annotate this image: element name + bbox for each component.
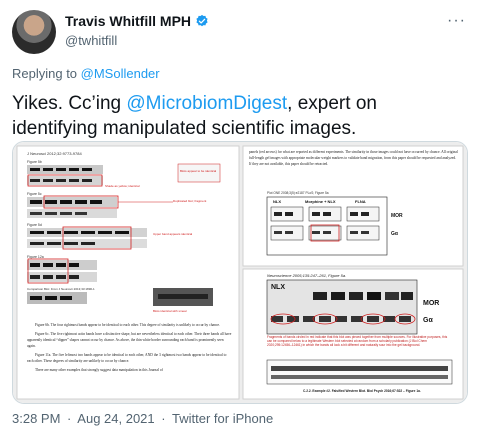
neuroscience-title: Neuroscience 2005;135:247–261, Figure 5a… [267, 273, 346, 278]
tweet-media[interactable]: J Neurosci 2012;32:9773-9784 Figure 5b S… [12, 141, 468, 404]
blot-caption-text: Fragments of bands circled in red indica… [267, 335, 448, 348]
left-header-text: J Neurosci 2012;32:9773-9784 [27, 151, 82, 156]
author-handle[interactable]: @twhitfill [65, 33, 117, 48]
mention-link[interactable]: @MicrobiomDigest [126, 93, 287, 114]
right-top-paragraph: panels (red arrows) for what are reporte… [249, 150, 458, 166]
annotation-5: Blots identical with smear [153, 309, 187, 313]
fig-label-5d: Figure 5d [27, 223, 42, 227]
annotation-2: Blots appear to be identical [180, 169, 217, 173]
replying-target-link[interactable]: @MSollender [81, 66, 160, 81]
tweet-header: Travis Whitfill MPH @twhitfill ··· [12, 10, 466, 54]
tweet-time[interactable]: 3:28 PM [12, 411, 60, 426]
right-bottom-footer: C.2.2. Example #2. Falsified Western Blo… [303, 389, 421, 393]
fig-label-5c: Figure 5c [27, 192, 42, 196]
label-nlx: NLX [271, 284, 285, 291]
annotation-4: Upper band appears identical [153, 232, 193, 236]
media-collage: J Neurosci 2012;32:9773-9784 Figure 5b S… [13, 142, 467, 403]
fig-label-5b: Figure 5b [27, 160, 42, 164]
col-flna: FLNA [355, 199, 366, 204]
right-top-text: panels (red arrows) for what are reporte… [249, 150, 458, 166]
tweet-source[interactable]: Twitter for iPhone [172, 411, 273, 426]
tweet-date[interactable]: Aug 24, 2021 [77, 411, 154, 426]
tweet-text-before: Yikes. Cc’ing [12, 93, 127, 114]
left-para-1: Figure 6b. The four rightmost bands appe… [35, 323, 220, 327]
legitimate-blot [266, 359, 453, 385]
replying-to: Replying to @MSollender [12, 66, 160, 81]
blot-caption: Fragments of bands circled in red indica… [267, 335, 448, 348]
left-para-3: Figure 11a. The five leftmost two bands … [27, 353, 227, 363]
media-right-top-page[interactable]: panels (red arrows) for what are reporte… [242, 145, 464, 267]
plot-title: Plot ONE 2008;3(5):e2187 PLoS; Figure 5a [267, 191, 329, 195]
left-para-4: There are many other examples that stron… [35, 368, 163, 372]
author-display-name[interactable]: Travis Whitfill MPH [65, 13, 191, 29]
meta-separator-1: · [67, 411, 72, 426]
label-mor-bottom: MOR [423, 300, 439, 307]
media-left-page[interactable]: J Neurosci 2012;32:9773-9784 Figure 5b S… [16, 145, 240, 400]
col-morphine-nlx: Morphine + NLX [305, 199, 336, 204]
col-nlx: NLX [273, 199, 281, 204]
tweet-timestamp: 3:28 PM · Aug 24, 2021 · Twitter for iPh… [12, 411, 276, 426]
label-ga-top: Gα [391, 231, 399, 237]
label-ga-bottom: Gα [423, 317, 433, 324]
more-options-icon[interactable]: ··· [447, 12, 466, 30]
media-right-bottom-page[interactable]: Neuroscience 2005;135:247–261, Figure 5a… [242, 268, 464, 400]
label-mor-top: MOR [391, 213, 403, 219]
fig-label-12a: Figure 12a [27, 255, 44, 259]
meta-separator-2: · [161, 411, 166, 426]
annotation-1: Shade as yellow; identical [105, 184, 140, 188]
figure-5a-panel: NLX Morphine + NLX FLNA [266, 196, 388, 256]
left-body-text: Figure 6b. The four rightmost bands appe… [27, 323, 232, 372]
author-name-row: Travis Whitfill MPH [65, 13, 209, 29]
replying-prefix: Replying to [12, 66, 81, 81]
left-para-2: Figure 6c. The five rightmost actin band… [27, 332, 232, 348]
annotation-3: Duplicated blot; fragment [173, 199, 207, 203]
author-avatar[interactable] [12, 10, 56, 54]
verified-badge-icon [196, 14, 208, 27]
neuroscience-blot: NLX [266, 279, 418, 335]
tweet-text: Yikes. Cc’ing @MicrobiomDigest, expert o… [12, 91, 464, 141]
comparison-label: Comparison Blot: From J Neurosci 2013;33… [27, 287, 95, 291]
